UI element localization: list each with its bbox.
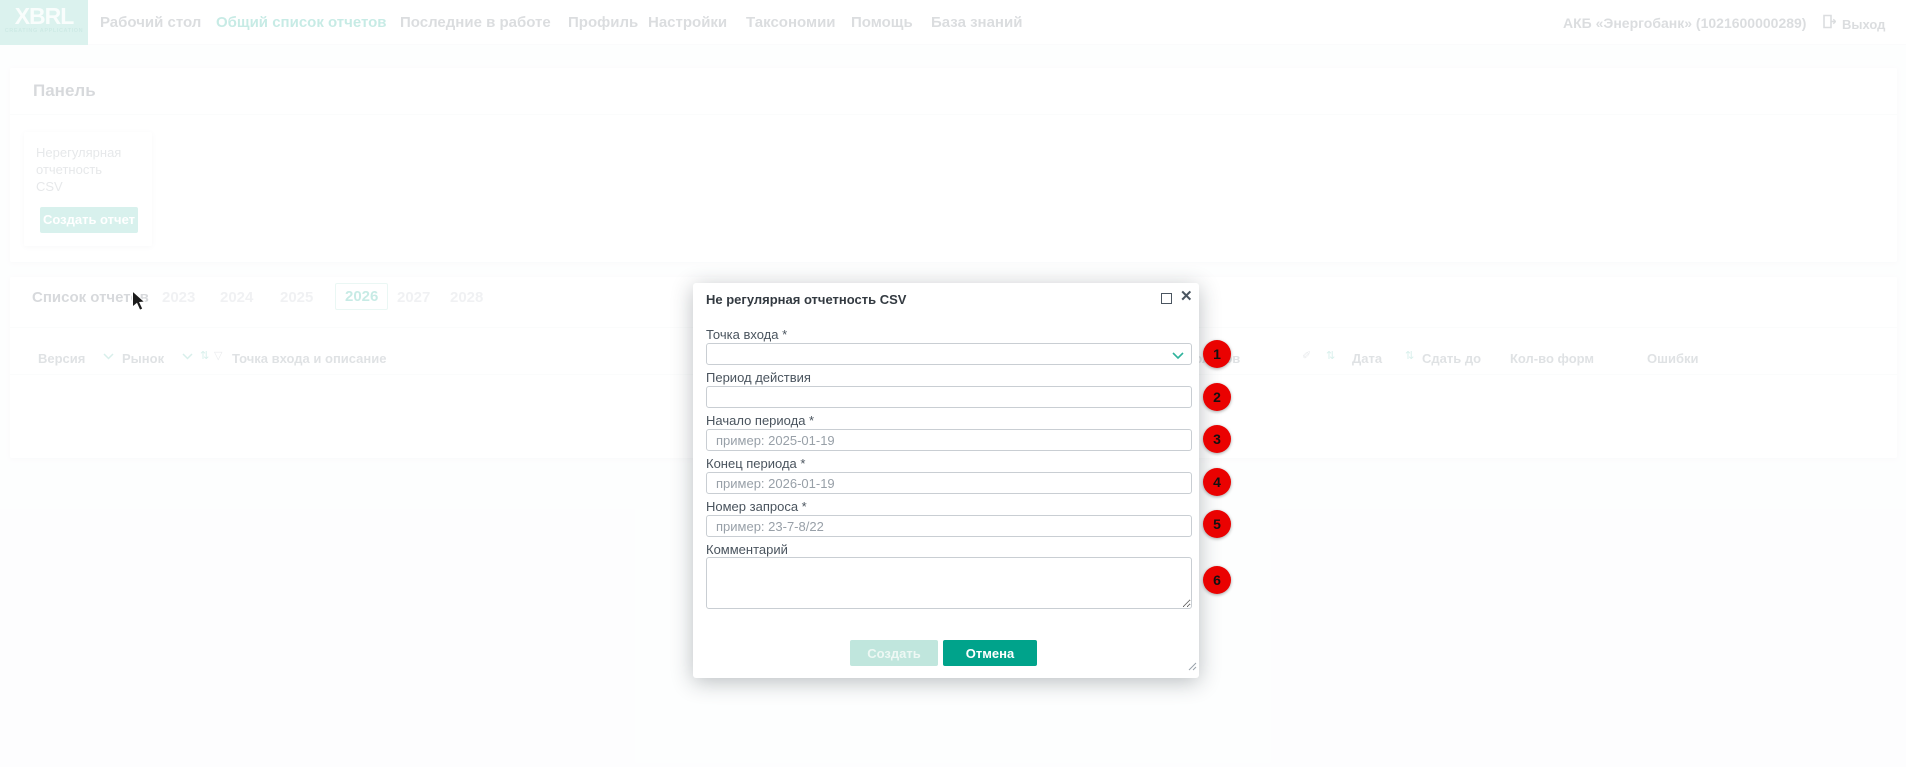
step-badge-6: 6 <box>1203 566 1231 594</box>
comment-label: Комментарий <box>706 542 788 557</box>
period-end-input[interactable] <box>706 472 1192 494</box>
chevron-down-icon <box>1172 352 1184 360</box>
mouse-cursor <box>131 290 149 317</box>
period-end-label: Конец периода * <box>706 456 805 471</box>
step-badge-3: 3 <box>1203 425 1231 453</box>
submit-button[interactable]: Создать <box>850 640 938 666</box>
app-root: XBRL CREATING APPLICATION Рабочий стол О… <box>0 0 1906 767</box>
irregular-report-modal: Не регулярная отчетность CSV ✕ Точка вхо… <box>693 283 1199 678</box>
period-start-input[interactable] <box>706 429 1192 451</box>
request-number-input[interactable] <box>706 515 1192 537</box>
entry-point-select[interactable] <box>706 343 1192 365</box>
validity-period-input[interactable] <box>706 386 1192 408</box>
period-start-label: Начало периода * <box>706 413 814 428</box>
step-badge-2: 2 <box>1203 383 1231 411</box>
step-badge-5: 5 <box>1203 510 1231 538</box>
entry-point-label: Точка входа * <box>706 327 787 342</box>
request-number-label: Номер запроса * <box>706 499 807 514</box>
validity-period-label: Период действия <box>706 370 811 385</box>
modal-title: Не регулярная отчетность CSV <box>706 292 906 307</box>
maximize-icon[interactable] <box>1161 293 1172 304</box>
resize-handle-icon[interactable] <box>1188 658 1197 676</box>
close-icon[interactable]: ✕ <box>1180 287 1193 305</box>
step-badge-4: 4 <box>1203 468 1231 496</box>
step-badge-1: 1 <box>1203 340 1231 368</box>
cancel-button[interactable]: Отмена <box>943 640 1037 666</box>
comment-textarea[interactable] <box>706 557 1192 609</box>
